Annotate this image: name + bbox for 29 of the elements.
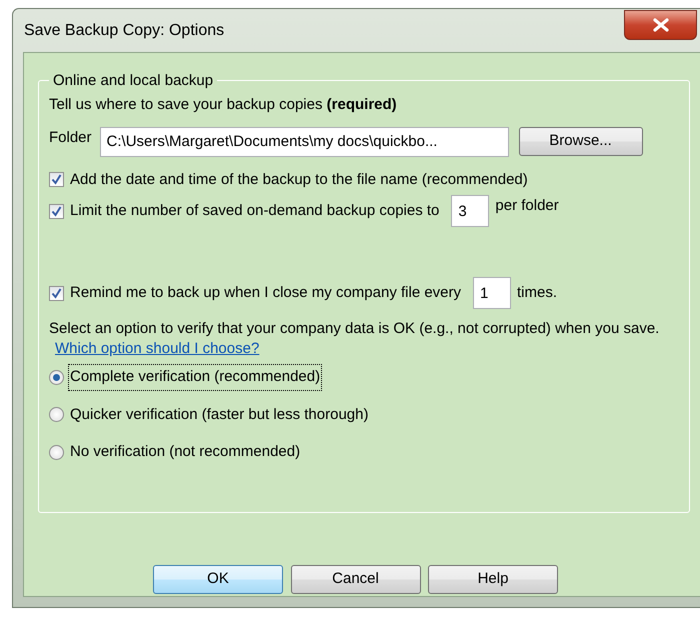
checkbox-label: Limit the number of saved on-demand backup copies to — [70, 200, 440, 221]
group-title: Online and local backup — [52, 73, 214, 88]
dialog-button[interactable]: OK — [153, 565, 283, 594]
unit-label: per folder — [495, 196, 559, 216]
number-field[interactable]: 3 — [451, 195, 490, 227]
checkbox-label: Remind me to back up when I close my company file every — [70, 282, 462, 303]
number-field[interactable]: 1 — [473, 277, 512, 309]
checkbox[interactable] — [49, 286, 64, 300]
radio-label: No verification (not recommended) — [70, 442, 300, 462]
dialog-button[interactable]: Help — [428, 565, 558, 594]
instruction-text: Tell us where to save your backup copies (required) — [49, 95, 398, 115]
window-title: Save Backup Copy: Options — [24, 20, 224, 40]
radio-button[interactable] — [49, 407, 64, 422]
checkbox-label: Add the date and time of the backup to the file name (recommended) — [70, 170, 528, 190]
folder-field[interactable]: C:\Users\Margaret\Documents\my docs\quickbo... — [100, 126, 509, 156]
verification-description: Select an option to verify that your company data is OK (e.g., not corrupted) when you save. — [49, 320, 660, 337]
dialog-button[interactable]: Cancel — [290, 565, 420, 594]
radio-button[interactable] — [49, 370, 64, 385]
radio-label: Complete verification (recommended) — [70, 366, 320, 388]
unit-label: times. — [517, 282, 558, 303]
checkbox[interactable] — [49, 172, 64, 188]
close-button[interactable] — [624, 10, 697, 40]
close-icon — [652, 18, 670, 32]
checkbox[interactable] — [49, 204, 64, 218]
folder-label: Folder — [49, 128, 92, 148]
browse-button[interactable]: Browse... — [518, 127, 643, 156]
radio-button[interactable] — [49, 444, 64, 460]
help-link[interactable]: Which option should I choose? — [55, 340, 260, 356]
radio-label: Quicker verification (faster but less thorough) — [70, 404, 368, 424]
